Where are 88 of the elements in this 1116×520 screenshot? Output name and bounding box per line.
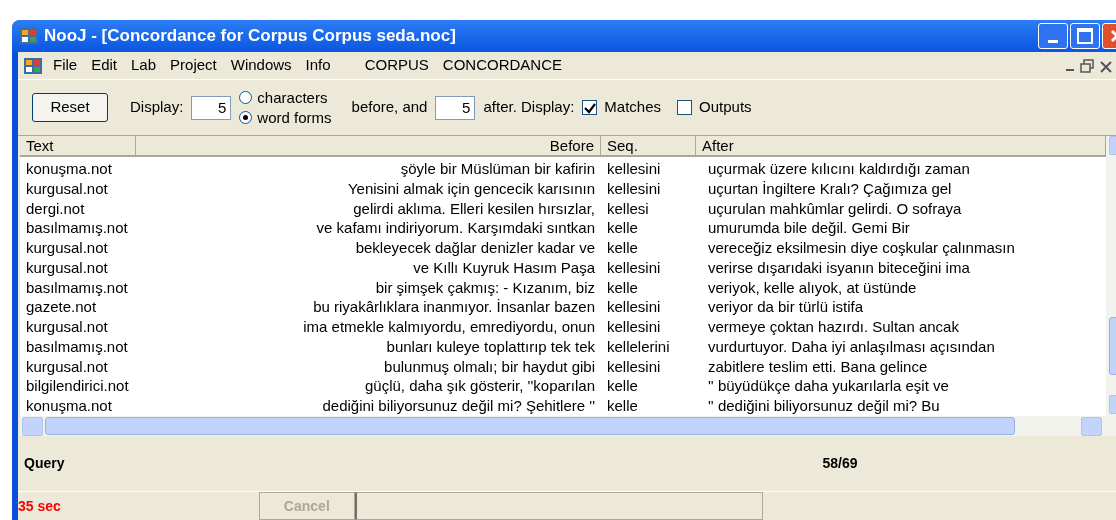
menu-item[interactable]: CORPUS [357, 54, 436, 77]
table-cell-text: '' büyüdükçe daha yukarılarla eşit ve [707, 376, 950, 397]
table-cell-text: ve Kıllı Kuyruk Hasım Paşa [412, 257, 596, 278]
table-cell-text: konuşma.not [25, 159, 113, 179]
table-cell-text: kurgusal.not [25, 257, 109, 278]
menu-item[interactable]: Info [298, 54, 338, 77]
table-cell-text: ima etmekle kalmıyordu, emrediyordu, onun [302, 317, 596, 337]
menu-item[interactable]: Lab [124, 54, 164, 77]
table-cell-text: bir şimşek çakmış: - Kızanım, biz [374, 277, 596, 298]
table-cell-text: kelle [606, 376, 639, 397]
table-cell-text: basılmamış.not [25, 336, 129, 357]
table-cell-text: kellesini [606, 257, 662, 278]
column-header[interactable]: Seq. [601, 136, 696, 157]
maximize-icon [1077, 28, 1093, 44]
app-icon [20, 28, 38, 44]
after-label: after. Display: [483, 97, 575, 118]
restore-icon[interactable] [1080, 58, 1094, 73]
table-cell-text: basılmamış.not [25, 218, 129, 238]
table-cell-text: şöyle bir Müslüman bir kafirin [399, 159, 596, 179]
table-cell-text: kurgusal.not [25, 178, 109, 199]
table-cell-text: veriyor da bir türlü istifa [707, 297, 865, 318]
table-cell-text: bekleyecek dağlar denizler kadar ve [354, 238, 596, 258]
menu-item[interactable]: CONCORDANCE [435, 54, 569, 77]
maximize-button[interactable] [1070, 23, 1100, 49]
menu-item[interactable]: Edit [84, 54, 125, 77]
table-cell-text: ve kafamı indiriyorum. Karşımdaki sıntkan [315, 218, 596, 238]
column-header[interactable]: Before [136, 136, 601, 157]
check-icon [583, 101, 596, 114]
table-cell-text: kellesini [606, 297, 662, 318]
table-cell-text: güçlü, daha şık gösterir, ''koparılan [363, 376, 596, 397]
table-cell-text: bulunmuş olmalı; bir haydut gibi [383, 356, 596, 377]
table-cell-text: vermeye çoktan hazırdı. Sultan ancak [707, 317, 960, 337]
table-cell-text: dediğini biliyorsunuz değil mi? Şehitlere '' [321, 396, 596, 416]
document-icon [24, 57, 42, 74]
table-cell-text: uçurtan İngiltere Kralı? Çağımıza gel [707, 178, 953, 199]
menu-item[interactable]: Project [163, 54, 224, 77]
option-checkbox[interactable]: Outputs [677, 96, 752, 119]
table-cell-text: kurgusal.not [25, 317, 109, 337]
table-cell-text: gazete.not [25, 297, 98, 318]
display-label: Display: [130, 97, 184, 118]
window-title: NooJ - [Concordance for Corpus Corpus seda.noc] [44, 25, 456, 48]
query-label: Query [24, 454, 65, 473]
reset-button[interactable]: Reset [32, 93, 108, 122]
table-cell-text: kelle [606, 396, 639, 416]
column-header[interactable]: After [696, 136, 1106, 157]
table-cell-text: uçurmak üzere kılıcını kaldırdığı zaman [707, 159, 971, 179]
table-cell-text: kellesini [606, 159, 662, 179]
unit-radio[interactable]: word forms [239, 107, 332, 128]
table-cell-text: kelle [606, 277, 639, 298]
table-cell-text: '' dediğini biliyorsunuz değil mi? Bu [707, 396, 941, 416]
table-cell-text: Yenisini almak için gencecik karısının [346, 178, 596, 199]
before-label: before, and [351, 97, 428, 118]
table-cell-text: bunları kuleye toplattırıp tek tek [385, 336, 596, 357]
minimize-icon [1048, 39, 1058, 43]
after-count-field[interactable]: 5 [435, 95, 476, 120]
table-cell-text: kellesini [606, 317, 662, 337]
close-icon[interactable] [1100, 58, 1112, 73]
table-cell-text: bilgilendirici.not [25, 376, 130, 397]
table-cell-text: dergi.not [25, 198, 86, 219]
table-cell-text: veriyok, kelle alıyok, at üstünde [707, 277, 918, 298]
option-checkbox[interactable]: Matches [582, 96, 662, 119]
table-cell-text: basılmamış.not [25, 277, 129, 298]
table-cell-text: verirse dışarıdaki isyanın biteceğini ima [707, 257, 971, 278]
table-cell-text: bu riyakârlıklara inanmıyor. İnsanlar bazen [312, 297, 596, 318]
table-cell-text: zabitlere teslim etti. Bana gelince [707, 356, 929, 377]
table-cell-text: kellelerini [606, 336, 671, 357]
table-cell-text: kelle [606, 238, 639, 258]
table-cell-text: gelirdi aklıma. Elleri kesilen hırsızlar, [352, 198, 596, 219]
match-count: 58/69 [822, 454, 858, 473]
table-cell-text: kellesini [606, 356, 662, 377]
table-cell-text: kellesini [606, 178, 662, 199]
table-cell-text: uçurulan mahkûmlar gelirdi. O sofraya [707, 198, 963, 219]
unit-radio[interactable]: characters [239, 87, 332, 108]
before-count-field[interactable]: 5 [191, 95, 232, 120]
minimize-button[interactable] [1038, 23, 1068, 49]
menu-item[interactable]: File [46, 54, 85, 77]
menu-item[interactable]: Windows [223, 54, 299, 77]
table-cell-text: kurgusal.not [25, 356, 109, 377]
table-cell-text: umurumda bile değil. Gemi Bir [707, 218, 911, 238]
table-cell-text: konuşma.not [25, 396, 113, 416]
table-cell-text: vurdurtuyor. Daha iyi anlaşılması açısından [707, 336, 996, 357]
minimize-icon[interactable] [1066, 68, 1074, 71]
table-cell-text: kellesi [606, 198, 650, 219]
column-header[interactable]: Text [20, 136, 136, 157]
elapsed-time: 35 sec [18, 496, 61, 516]
table-cell-text: kurgusal.not [25, 238, 109, 258]
table-cell-text: kelle [606, 218, 639, 238]
table-cell-text: vereceğiz eksilmesin diye coşkular çalınmasın [707, 238, 1016, 258]
